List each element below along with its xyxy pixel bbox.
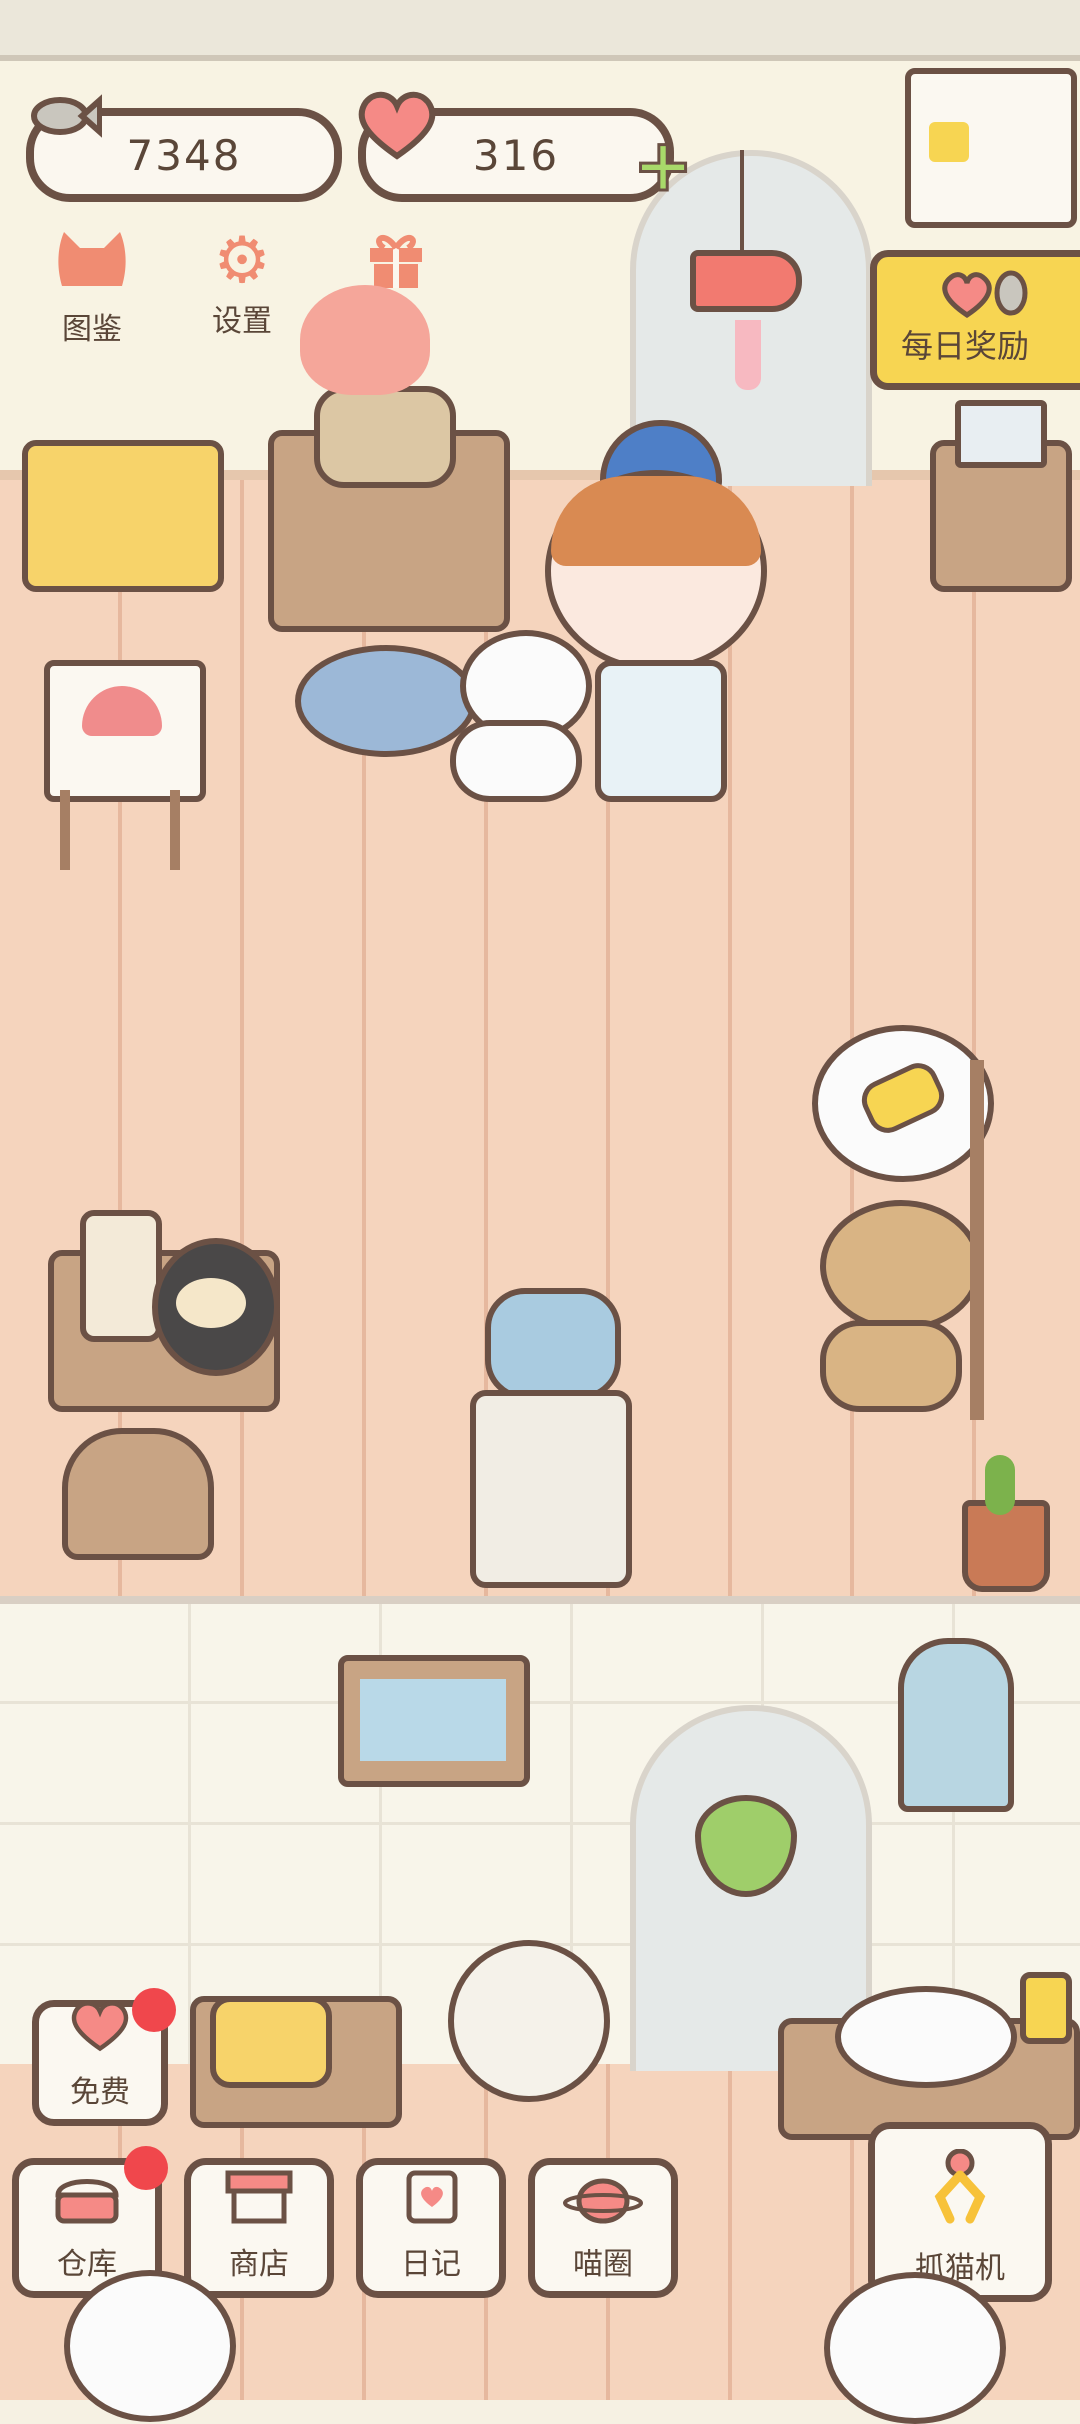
heart-fish-icon (937, 269, 1037, 319)
diary-label: 日记 (401, 2247, 461, 2282)
floor-divider (0, 1596, 1080, 1604)
free-notification-dot (132, 1988, 176, 2032)
fish-icon (22, 86, 103, 146)
mushroom-painting-easel[interactable] (44, 660, 206, 802)
side-table-record-player[interactable] (268, 386, 510, 632)
warehouse-label: 仓库 (57, 2247, 117, 2282)
penguin-plush[interactable] (152, 1238, 280, 1376)
water-cooler[interactable] (470, 1390, 632, 1588)
wash-basin (835, 1986, 1017, 2088)
yellow-ottoman[interactable] (22, 440, 224, 592)
shop-icon (224, 2169, 294, 2237)
cactus (985, 1455, 1015, 1515)
cat-head-icon (22, 226, 162, 304)
white-tabby-cat[interactable] (420, 620, 600, 802)
heart-count: 316 (472, 130, 560, 180)
brush-icon (855, 1056, 951, 1140)
calico-cat-peeking[interactable] (64, 2270, 236, 2422)
heart-icon (65, 1997, 135, 2065)
shop-button[interactable]: 商店 (184, 2158, 334, 2298)
coat-rack (970, 1060, 984, 1420)
pink-plant (300, 285, 430, 395)
koinobori-fish-decoration[interactable] (690, 250, 802, 312)
kettle (80, 1210, 162, 1342)
meow-circle-label: 喵圈 (573, 2247, 633, 2282)
basket-icon (52, 2169, 122, 2237)
menu-item-catalog[interactable]: 图鉴 (22, 226, 162, 348)
electric-fan[interactable] (448, 1940, 610, 2102)
menu-label-settings: 设置 (212, 304, 272, 339)
photo-frame[interactable] (338, 1655, 530, 1787)
free-label: 免费 (70, 2075, 130, 2110)
gear-icon: ⚙ (213, 224, 271, 298)
bengal-cat-body (820, 1320, 962, 1412)
hanging-string (740, 150, 744, 250)
fish-count: 7348 (126, 130, 242, 180)
character-body (595, 660, 727, 802)
character-hair (551, 476, 761, 566)
daily-reward-label: 每日奖励 (901, 327, 1030, 365)
claw-icon (920, 2148, 1000, 2241)
record-player[interactable] (314, 386, 456, 488)
rotary-telephone[interactable] (210, 1996, 332, 2088)
water-jug (485, 1288, 621, 1400)
penguin-face (176, 1278, 246, 1328)
meow-circle-button[interactable]: 喵圈 (528, 2158, 678, 2298)
add-hearts-button[interactable]: + (628, 128, 698, 204)
cat-thought-bubble[interactable] (812, 1025, 994, 1182)
daily-reward-button[interactable]: 每日奖励 (870, 250, 1080, 390)
heart-icon (352, 86, 442, 162)
soap-bottle (1020, 1972, 1072, 2044)
calendar-mark (929, 122, 969, 162)
warehouse-notification-dot (124, 2146, 168, 2190)
planet-cat-icon (563, 2169, 643, 2237)
bengal-cat-head (820, 1200, 982, 1332)
diary-button[interactable]: 日记 (356, 2158, 506, 2298)
menu-label-catalog: 图鉴 (62, 312, 122, 347)
book-stack (955, 400, 1047, 468)
upper-room-floor-edge (0, 0, 1080, 61)
green-hooded-cat-peeking[interactable] (824, 2272, 1006, 2424)
potted-cactus[interactable] (962, 1500, 1050, 1592)
wall-calendar[interactable] (905, 68, 1077, 228)
notebook-icon (401, 2169, 461, 2237)
wooden-chair[interactable] (62, 1428, 214, 1560)
cat-body (450, 720, 582, 802)
easel-legs (60, 790, 180, 870)
menu-item-settings[interactable]: ⚙ 设置 (172, 226, 312, 340)
tassel-decoration (735, 320, 761, 390)
shop-label: 商店 (229, 2247, 289, 2282)
wall-mirror[interactable] (898, 1638, 1014, 1812)
family-photo (360, 1679, 506, 1761)
mushroom-cap (82, 686, 162, 736)
